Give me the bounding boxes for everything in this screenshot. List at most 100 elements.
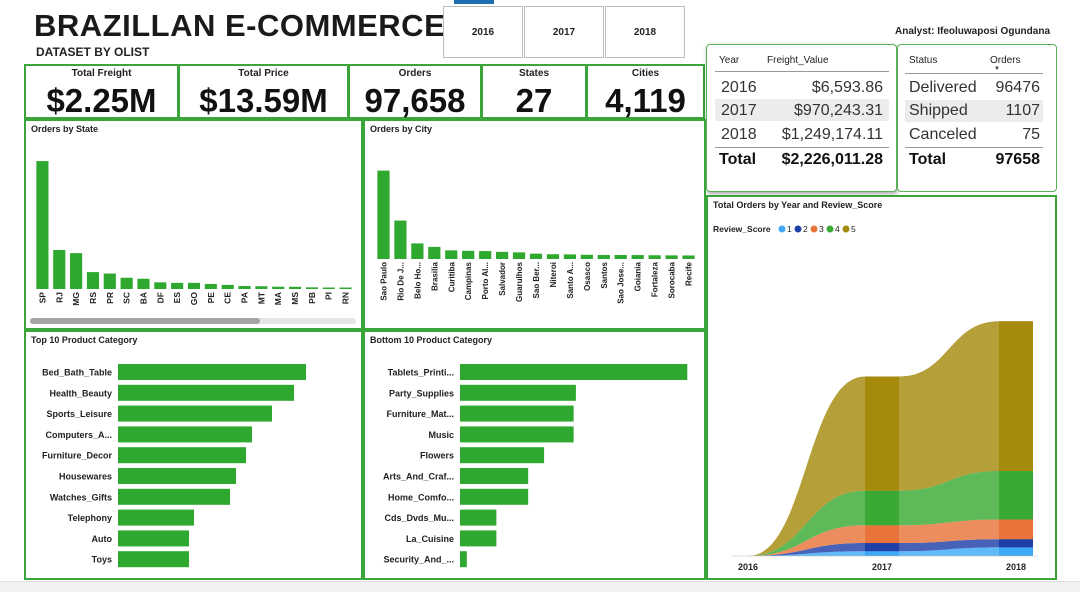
- tick-label: Rio De J...: [396, 262, 405, 301]
- tick-label: Salvador: [498, 262, 507, 296]
- column-segment: [865, 490, 899, 526]
- bar: [339, 287, 352, 289]
- tick-label: BA: [138, 292, 148, 304]
- kpi-cities: Cities 4,119: [586, 64, 705, 119]
- kpi-value: 4,119: [605, 82, 686, 119]
- bar: [529, 253, 543, 259]
- tick-label: CE: [223, 292, 233, 304]
- bar: [221, 284, 234, 289]
- category-label: Cds_Dvds_Mu...: [384, 513, 454, 523]
- freight-by-year-table: Year Freight_Value 2016 $6,593.86 2017 $…: [706, 44, 897, 192]
- category-label: Party_Supplies: [389, 388, 454, 398]
- table-divider: [715, 71, 889, 72]
- tick-label: PR: [105, 292, 115, 304]
- tick-label: GO: [189, 292, 199, 306]
- table-total-label: Total: [909, 151, 947, 168]
- year-slicer-2018-button[interactable]: 2018: [605, 6, 685, 58]
- top-10-category-chart: Top 10 Product Category Bed_Bath_Table He…: [24, 330, 363, 580]
- tick-label: SC: [122, 292, 132, 304]
- table-divider: [905, 73, 1043, 74]
- tick-label: Fortaleza: [651, 261, 660, 297]
- kpi-total-freight: Total Freight $2.25M: [24, 64, 179, 119]
- kpi-total-price: Total Price $13.59M: [178, 64, 349, 119]
- table-header-status: Status: [909, 55, 938, 66]
- tick-label: RN: [341, 292, 351, 304]
- tick-label: Brasilia: [430, 261, 439, 290]
- bar: [118, 384, 294, 401]
- category-label: Furniture_Decor: [42, 451, 113, 461]
- bar: [460, 364, 688, 380]
- table-cell: Shipped: [909, 102, 968, 119]
- tick-label: DF: [155, 292, 165, 303]
- kpi-label: States: [518, 68, 549, 79]
- orders-by-city-chart: Orders by City Sao Paulo Rio De J... Belo …: [363, 119, 706, 330]
- bar: [118, 447, 246, 464]
- year-slicer-2017-button[interactable]: 2017: [524, 6, 604, 58]
- bar: [394, 220, 407, 259]
- bar: [118, 530, 189, 547]
- bar: [460, 530, 497, 547]
- tick-label: Sao Ber...: [532, 262, 541, 298]
- orders-by-state-svg: SP RJ MG RS PR SC BA DF ES GO PE CE PA MT MA MS PB PI RN: [30, 161, 356, 324]
- tick-label: Campinas: [464, 261, 473, 300]
- legend-swatch: [826, 225, 834, 233]
- tick-label: MA: [273, 292, 283, 305]
- orders-by-year-review-svg: Review_Score 1 2 3 4 5 2016 2017 2018: [713, 224, 1038, 572]
- table-header-orders: Orders: [990, 55, 1021, 66]
- tick-label: Porto Al...: [481, 262, 490, 299]
- table-cell: 2017: [721, 102, 757, 119]
- bar: [428, 246, 441, 259]
- bar: [118, 405, 272, 422]
- kpi-value: 27: [515, 82, 553, 119]
- tick-label: PI: [324, 292, 334, 300]
- column-segment: [999, 539, 1033, 548]
- tick-label: Guarulhos: [515, 261, 524, 302]
- column-segment: [865, 376, 899, 491]
- tick-label: RS: [88, 292, 98, 304]
- tick-label: RJ: [54, 292, 64, 303]
- table-cell: 2018: [721, 126, 757, 143]
- legend-title: Review_Score: [713, 224, 771, 234]
- tick-label: Goiania: [634, 261, 643, 291]
- bar: [614, 255, 627, 259]
- bar: [187, 282, 201, 289]
- legend-label: 1: [787, 224, 792, 234]
- category-label: Home_Comfo...: [388, 492, 454, 502]
- category-label: Security_And_...: [383, 555, 454, 565]
- horizontal-scrollbar-thumb[interactable]: [30, 318, 260, 324]
- dashboard-subtitle: DATASET BY OLIST: [36, 45, 150, 59]
- category-label: La_Cuisine: [406, 534, 454, 544]
- year-slicer-2016-button[interactable]: 2016: [443, 6, 523, 58]
- table-divider: [715, 147, 889, 148]
- legend-label: 3: [819, 224, 824, 234]
- legend-swatch: [810, 225, 818, 233]
- table-cell: $1,249,174.11: [781, 126, 883, 143]
- orders-by-year-review-chart: Total Orders by Year and Review_Score Re…: [706, 195, 1057, 580]
- bar: [460, 384, 576, 401]
- bar: [580, 254, 593, 259]
- tick-label: PA: [240, 292, 250, 303]
- legend-label: 4: [835, 224, 840, 234]
- dashboard-title: BRAZILLAN E-COMMERCE: [34, 8, 446, 43]
- bar: [118, 509, 194, 526]
- bar: [288, 286, 302, 289]
- category-label: Furniture_Mat...: [386, 409, 454, 419]
- kpi-value: 97,658: [364, 82, 466, 119]
- tick-label: SP: [37, 292, 47, 304]
- table-cell: $970,243.31: [794, 102, 883, 119]
- bar: [118, 551, 189, 568]
- tick-label: PE: [206, 292, 216, 304]
- table-cell: Canceled: [909, 126, 977, 143]
- category-label: Music: [428, 430, 454, 440]
- bar: [272, 286, 285, 289]
- column-segment: [999, 519, 1033, 540]
- orders-by-status-table: Status Orders ▼ Delivered 96476 Shipped …: [897, 44, 1057, 192]
- category-label: Health_Beauty: [49, 388, 112, 398]
- table-cell: Delivered: [909, 79, 977, 96]
- bar: [322, 287, 335, 289]
- bar: [496, 251, 509, 259]
- category-label: Tablets_Printi...: [388, 368, 454, 378]
- kpi-states: States 27: [481, 64, 587, 119]
- analyst-credit: Analyst: Ifeoluwaposi Ogundana: [894, 26, 1050, 37]
- sort-descending-icon[interactable]: ▼: [994, 66, 1000, 72]
